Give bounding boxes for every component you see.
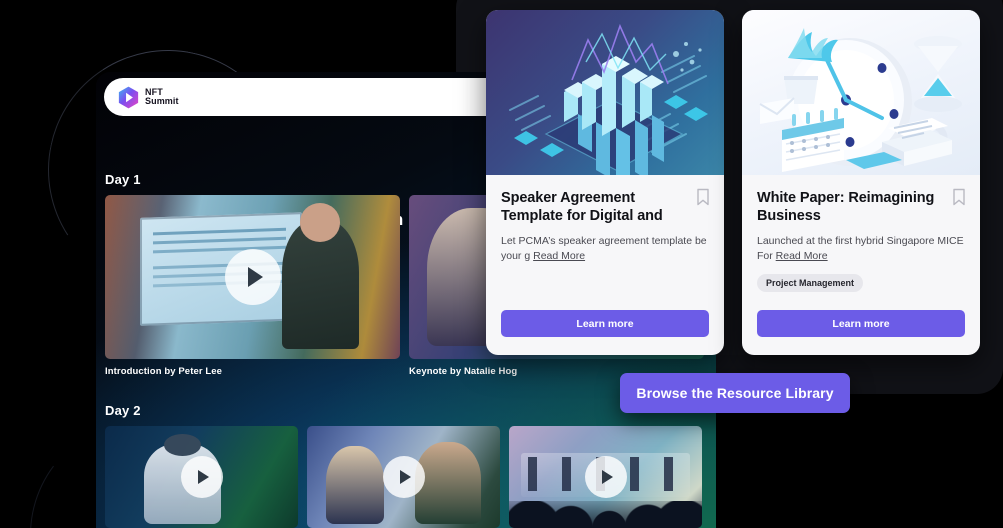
- site-logo-text: NFT Summit: [145, 86, 179, 106]
- isometric-clock-calendar-icon: [759, 28, 962, 172]
- resource-card-body: White Paper: Reimagining Business Launch…: [742, 175, 980, 355]
- video-card-intro-peter-lee[interactable]: Introduction by Peter Lee: [105, 195, 400, 377]
- video-card-day2-1[interactable]: [105, 426, 298, 528]
- resource-card-tag[interactable]: Project Management: [757, 274, 864, 292]
- resource-card-description: Let PCMA’s speaker agreement template be…: [501, 234, 709, 264]
- thumbnail-person-art-1: [326, 446, 385, 524]
- read-more-link[interactable]: Read More: [533, 250, 585, 262]
- bookmark-icon[interactable]: [695, 188, 711, 206]
- thumbnail-person-art-2: [415, 442, 481, 524]
- bookmark-icon[interactable]: [951, 188, 967, 206]
- learn-more-button[interactable]: Learn more: [757, 310, 965, 337]
- thumbnail-speaker-art: [282, 203, 359, 350]
- resource-card-white-paper[interactable]: White Paper: Reimagining Business Launch…: [742, 10, 980, 355]
- video-card-day2-2[interactable]: [307, 426, 500, 528]
- resource-card-speaker-agreement[interactable]: Speaker Agreement Template for Digital a…: [486, 10, 724, 355]
- play-button-icon[interactable]: [584, 456, 627, 498]
- learn-more-button[interactable]: Learn more: [501, 310, 709, 337]
- video-thumbnail[interactable]: [105, 426, 298, 528]
- video-card-day2-3[interactable]: [509, 426, 702, 528]
- video-thumbnail[interactable]: [105, 195, 400, 359]
- resource-card-title: White Paper: Reimagining Business: [757, 190, 935, 224]
- description-text: Let PCMA’s speaker agreement template be…: [501, 235, 707, 262]
- read-more-link[interactable]: Read More: [776, 250, 828, 262]
- thumbnail-audience-art: [509, 501, 702, 528]
- resource-card-title: Speaker Agreement Template for Digital a…: [501, 190, 663, 224]
- resource-card-image: [742, 10, 980, 175]
- browse-resource-library-button[interactable]: Browse the Resource Library: [620, 373, 850, 413]
- day-2-video-row: [105, 426, 702, 528]
- video-thumbnail[interactable]: [307, 426, 500, 528]
- isometric-bar-chart-icon: [509, 23, 708, 175]
- video-caption: Introduction by Peter Lee: [105, 366, 223, 377]
- day-2-label: Day 2: [105, 403, 141, 418]
- day-1-label: Day 1: [105, 172, 141, 187]
- site-logo[interactable]: NFT Summit: [118, 86, 179, 109]
- nft-summit-logo-icon: [118, 86, 139, 108]
- resource-card-image: [486, 10, 724, 175]
- play-button-icon[interactable]: [224, 249, 281, 305]
- screenshot-stage: NFT Summit Home View On Demand Programme…: [0, 0, 1003, 528]
- play-button-icon[interactable]: [382, 456, 425, 498]
- video-thumbnail[interactable]: [509, 426, 702, 528]
- play-button-icon[interactable]: [180, 456, 223, 498]
- resource-card-description: Launched at the first hybrid Singapore M…: [757, 234, 965, 264]
- resource-card-body: Speaker Agreement Template for Digital a…: [486, 175, 724, 355]
